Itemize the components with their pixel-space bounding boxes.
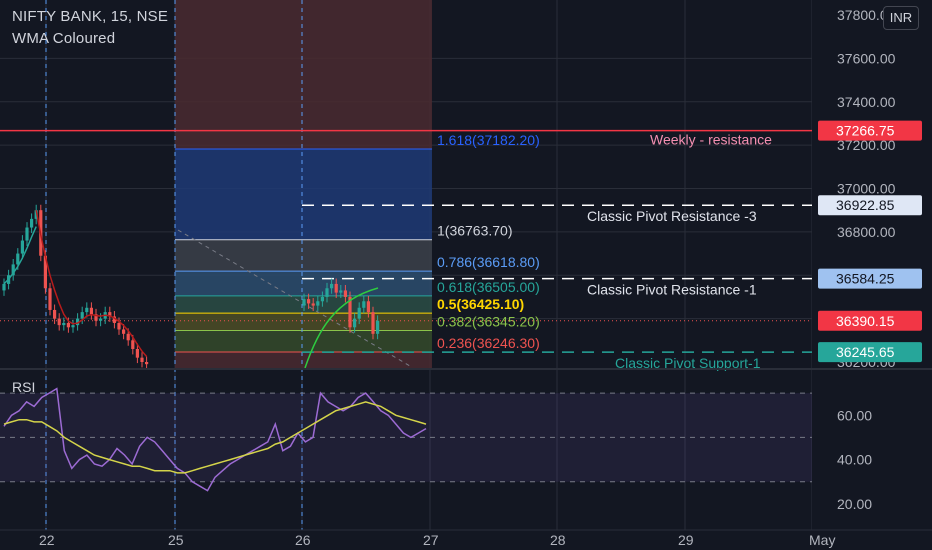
candle <box>353 318 357 328</box>
candle <box>122 329 126 334</box>
time-axis-label: 22 <box>39 532 55 548</box>
rsi-pane-label: RSI <box>12 379 36 395</box>
fib-label: 1.618(37182.20) <box>437 132 540 148</box>
fib-zone-0786 <box>175 271 432 296</box>
candle <box>30 218 34 228</box>
price-axis-tick: 37600.00 <box>837 50 896 66</box>
level-label: Classic Pivot Resistance -3 <box>587 208 757 224</box>
candle <box>320 296 324 302</box>
level-label: Weekly - resistance <box>650 132 772 148</box>
level-label: Classic Pivot Resistance -1 <box>587 282 757 298</box>
fib-label: 0.618(36505.00) <box>437 279 540 295</box>
currency-badge[interactable]: INR <box>883 6 919 30</box>
fib-label: 0.382(36345.20) <box>437 314 540 330</box>
fib-zone-1 <box>175 239 432 272</box>
rsi-axis-tick: 40.00 <box>837 452 872 468</box>
candle <box>362 301 366 308</box>
fib-zone-0236 <box>175 351 432 368</box>
candle <box>371 312 375 334</box>
time-axis-label: 29 <box>678 532 694 548</box>
candle <box>302 299 306 306</box>
symbol-title: NIFTY BANK, 15, NSE <box>12 8 169 25</box>
price-badge-label: 37266.75 <box>836 123 895 139</box>
fib-zone-05 <box>175 313 432 331</box>
candle <box>316 301 320 306</box>
candle <box>48 288 52 310</box>
candle <box>366 301 370 313</box>
price-axis-tick: 37000.00 <box>837 181 896 197</box>
candle <box>334 283 338 293</box>
candle <box>57 318 61 326</box>
candle <box>80 312 84 319</box>
candle <box>135 348 139 358</box>
price-badge-label: 36584.25 <box>836 271 895 287</box>
fib-label: 0.236(36246.30) <box>437 335 540 351</box>
candle <box>126 333 130 341</box>
candle <box>140 357 144 362</box>
candle <box>307 299 311 304</box>
candle <box>71 325 75 328</box>
candle <box>330 283 334 289</box>
time-axis-label: 27 <box>423 532 439 548</box>
fib-zone-top <box>175 0 432 149</box>
candle <box>66 322 70 328</box>
fib-zone-0382 <box>175 330 432 352</box>
candle <box>2 283 6 291</box>
candle <box>343 290 347 297</box>
candle <box>25 227 29 241</box>
candle <box>131 340 135 349</box>
fib-label: 1(36763.70) <box>437 223 513 239</box>
candle <box>357 307 361 319</box>
candle <box>145 362 149 365</box>
candle <box>376 320 380 334</box>
candle <box>99 318 103 321</box>
candle <box>311 303 315 306</box>
trading-chart[interactable]: 1.618(37182.20) 1(36763.70) 0.786(36618.80… <box>0 0 932 550</box>
time-axis-label: May <box>809 532 835 548</box>
candle <box>62 322 66 326</box>
rsi-axis-tick: 60.00 <box>837 407 872 423</box>
indicator-label: WMA Coloured <box>12 30 116 47</box>
candle <box>85 307 89 313</box>
candle <box>325 288 329 297</box>
candle <box>16 253 20 265</box>
fib-label: 0.5(36425.10) <box>437 296 524 312</box>
time-axis-label: 25 <box>168 532 184 548</box>
candle <box>53 309 57 319</box>
time-axis-label: 26 <box>295 532 311 548</box>
price-badge-label: 36245.65 <box>836 344 895 360</box>
candle <box>339 290 343 293</box>
price-badge-label: 36390.15 <box>836 313 895 329</box>
candle <box>20 240 24 254</box>
fib-zone-1618 <box>175 148 432 240</box>
price-axis-tick: 37400.00 <box>837 94 896 110</box>
price-badge-label: 36922.85 <box>836 197 895 213</box>
fib-label: 0.786(36618.80) <box>437 254 540 270</box>
candle <box>117 322 121 330</box>
candle <box>89 307 93 315</box>
price-axis-tick: 36800.00 <box>837 224 896 240</box>
rsi-axis-tick: 20.00 <box>837 496 872 512</box>
time-axis-label: 28 <box>550 532 566 548</box>
